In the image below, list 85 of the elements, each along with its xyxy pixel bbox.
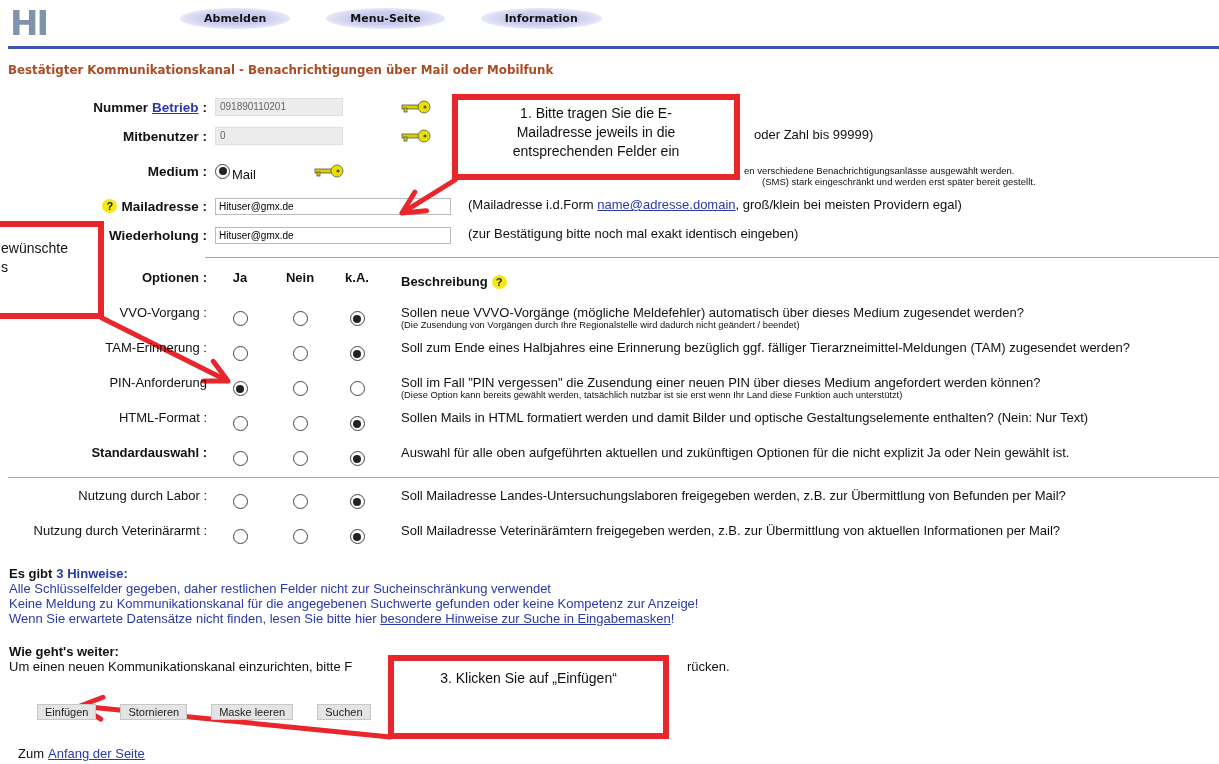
radio-button[interactable] (292, 311, 308, 326)
column-header: Nein (284, 269, 316, 287)
form-button[interactable]: Einfügen (37, 704, 97, 720)
column-header: Beschreibung (401, 274, 488, 289)
option-label: VVO-Vorgang : (119, 305, 207, 320)
input-field[interactable]: Hituser@gmx.de (215, 226, 451, 244)
radio-button[interactable] (292, 529, 308, 544)
radio-button[interactable] (232, 381, 248, 396)
radio-button[interactable] (349, 346, 365, 361)
option-label: HTML-Format : (118, 410, 207, 425)
notice-link[interactable]: besondere Hinweise zur Suche in Eingabemasken (380, 611, 671, 626)
option-note: (Diese Option kann bereits gewählt werden, tatsächlich nutzbar ist sie erst wenn Ihr Land diese Funktion auch unterstützt) (401, 390, 904, 400)
nav-button[interactable]: Menu-Seite (326, 7, 445, 29)
section-heading: Wie geht's weiter: (9, 644, 119, 659)
field-label: Mitbenutzer : (123, 128, 207, 144)
radio-button[interactable] (349, 381, 365, 396)
notice-heading: Es gibt (9, 566, 53, 581)
page-title: Bestätigter Kommunikationskanal - Benachrichtigungen über Mail oder Mobilfunk (7, 62, 555, 79)
hint-note: (SMS) stark eingeschränkt und werden erst später bereit gestellt. (762, 176, 1037, 187)
option-label: Nutzung durch Labor : (78, 488, 207, 503)
radio-button[interactable] (215, 163, 230, 179)
top-link[interactable]: Anfang der Seite (48, 746, 145, 761)
field-label: Nummer (93, 99, 148, 115)
field-label: Medium : (147, 163, 207, 179)
radio-button[interactable] (232, 311, 248, 326)
option-note: (Die Zusendung von Vorgängen durch Ihre Regionalstelle wird dadurch nicht geändert / beendet) (401, 320, 801, 330)
option-label: Nutzung durch Veterinärarmt : (33, 523, 207, 538)
notice-text: Keine Meldung zu Kommunikationskanal für die angegebenen Suchwerte gefunden oder keine Kompetenz zur Anzeige! (9, 596, 700, 611)
radio-button[interactable] (292, 381, 308, 396)
annotation-text: 1. Bitte tragen Sie die E- Mailadresse jeweils in die entsprechenden Felder ein (511, 104, 681, 161)
radio-button[interactable] (349, 494, 365, 509)
radio-button[interactable] (232, 494, 248, 509)
column-header: k.A. (344, 269, 370, 287)
annotation-text: ewünschte s (0, 239, 69, 277)
radio-button[interactable] (292, 346, 308, 361)
readonly-field[interactable]: 0 (215, 127, 343, 145)
radio-button[interactable] (232, 346, 248, 361)
radio-button[interactable] (232, 529, 248, 544)
form-button[interactable]: Suchen (317, 704, 371, 720)
radio-button[interactable] (349, 451, 365, 466)
option-label: PIN-Anforderung (109, 375, 207, 390)
footer-text: Zum (18, 746, 44, 761)
option-description: Sollen neue VVVO-Vorgänge (mögliche Meldefehler) automatisch über dieses Medium zugesendet werden? (401, 305, 1025, 320)
option-description: Soll im Fall "PIN vergessen" die Zusendung einer neuen PIN über dieses Medium angefordert werden können? (401, 375, 1042, 390)
notice-text: Alle Schlüsselfelder gegeben, daher restlichen Felder nicht zur Sucheinschränkung verwendet (9, 581, 552, 596)
column-header: Optionen : (142, 270, 207, 285)
radio-button[interactable] (349, 529, 365, 544)
notice-count: 3 Hinweise: (56, 566, 128, 581)
nav-button[interactable]: Information (480, 7, 602, 29)
help-button[interactable]: ? (102, 199, 118, 213)
radio-button[interactable] (292, 416, 308, 431)
radio-button[interactable] (292, 451, 308, 466)
radio-button[interactable] (349, 311, 365, 326)
option-description: Soll Mailadresse Landes-Untersuchungslaboren freigegeben werden, z.B. zur Übermittlung von Befunden per Mail? (401, 488, 1067, 503)
notice-text: Wenn Sie erwartete Datensätze nicht finden, lesen Sie bitte hier besondere Hinweise zur Suche in Eingabemasken! (9, 611, 676, 626)
example-link[interactable]: name@adresse.domain (597, 197, 736, 212)
radio-label: Mail (232, 166, 256, 182)
field-label: : (202, 99, 207, 115)
hint-text: oder Zahl bis 99999) (754, 127, 874, 142)
radio-button[interactable] (232, 416, 248, 431)
instruction-text: rücken. (687, 659, 731, 674)
readonly-field[interactable]: 091890110201 (215, 98, 343, 116)
option-description: Auswahl für alle oben aufgeführten aktuellen und zukünftigen Optionen für die nicht explizit Ja oder Nein gewählt ist. (401, 445, 1071, 460)
option-description: Sollen Mails in HTML formatiert werden und damit Bilder und optische Gestaltungselemente enthalten? (Nein: Nur Text) (401, 410, 1090, 425)
form-button[interactable]: Stornieren (120, 704, 188, 720)
radio-button[interactable] (292, 494, 308, 509)
field-link[interactable]: Betrieb (152, 99, 199, 115)
field-label: Wiederholung : (108, 227, 207, 243)
hint-text: (Mailadresse i.d.Form name@adresse.domain, groß/klein bei meisten Providern egal) (468, 197, 962, 212)
help-button[interactable]: ? (491, 274, 507, 289)
radio-button[interactable] (232, 451, 248, 466)
hint-note: en verschiedene Benachrichtigungsanlässe ausgewählt werden. (744, 165, 1016, 176)
annotation-text: 3. Klicken Sie auf „Einfügen“ (439, 669, 618, 688)
option-label: Standardauswahl : (91, 445, 207, 460)
option-description: Soll Mailadresse Veterinärämtern freigegeben werden, z.B. zur Übermittlung von aktuellen Informationen per Mail? (401, 523, 1061, 538)
nav-button[interactable]: Abmelden (180, 7, 291, 29)
logo: HI (10, 5, 49, 41)
instruction-text: Um einen neuen Kommunikationskanal einzurichten, bitte F (9, 659, 354, 674)
column-header: Ja (231, 269, 249, 287)
option-description: Soll zum Ende eines Halbjahres eine Erinnerung bezüglich ggf. fälliger Tierarzneimittel-Meldungen (TAM) zugesendet werden? (401, 340, 1131, 355)
field-label: Mailadresse : (121, 198, 207, 214)
hint-text: (zur Bestätigung bitte noch mal exakt identisch eingeben) (468, 226, 799, 241)
input-field[interactable]: Hituser@gmx.de (215, 197, 451, 215)
radio-button[interactable] (349, 416, 365, 431)
form-button[interactable]: Maske leeren (211, 704, 294, 720)
